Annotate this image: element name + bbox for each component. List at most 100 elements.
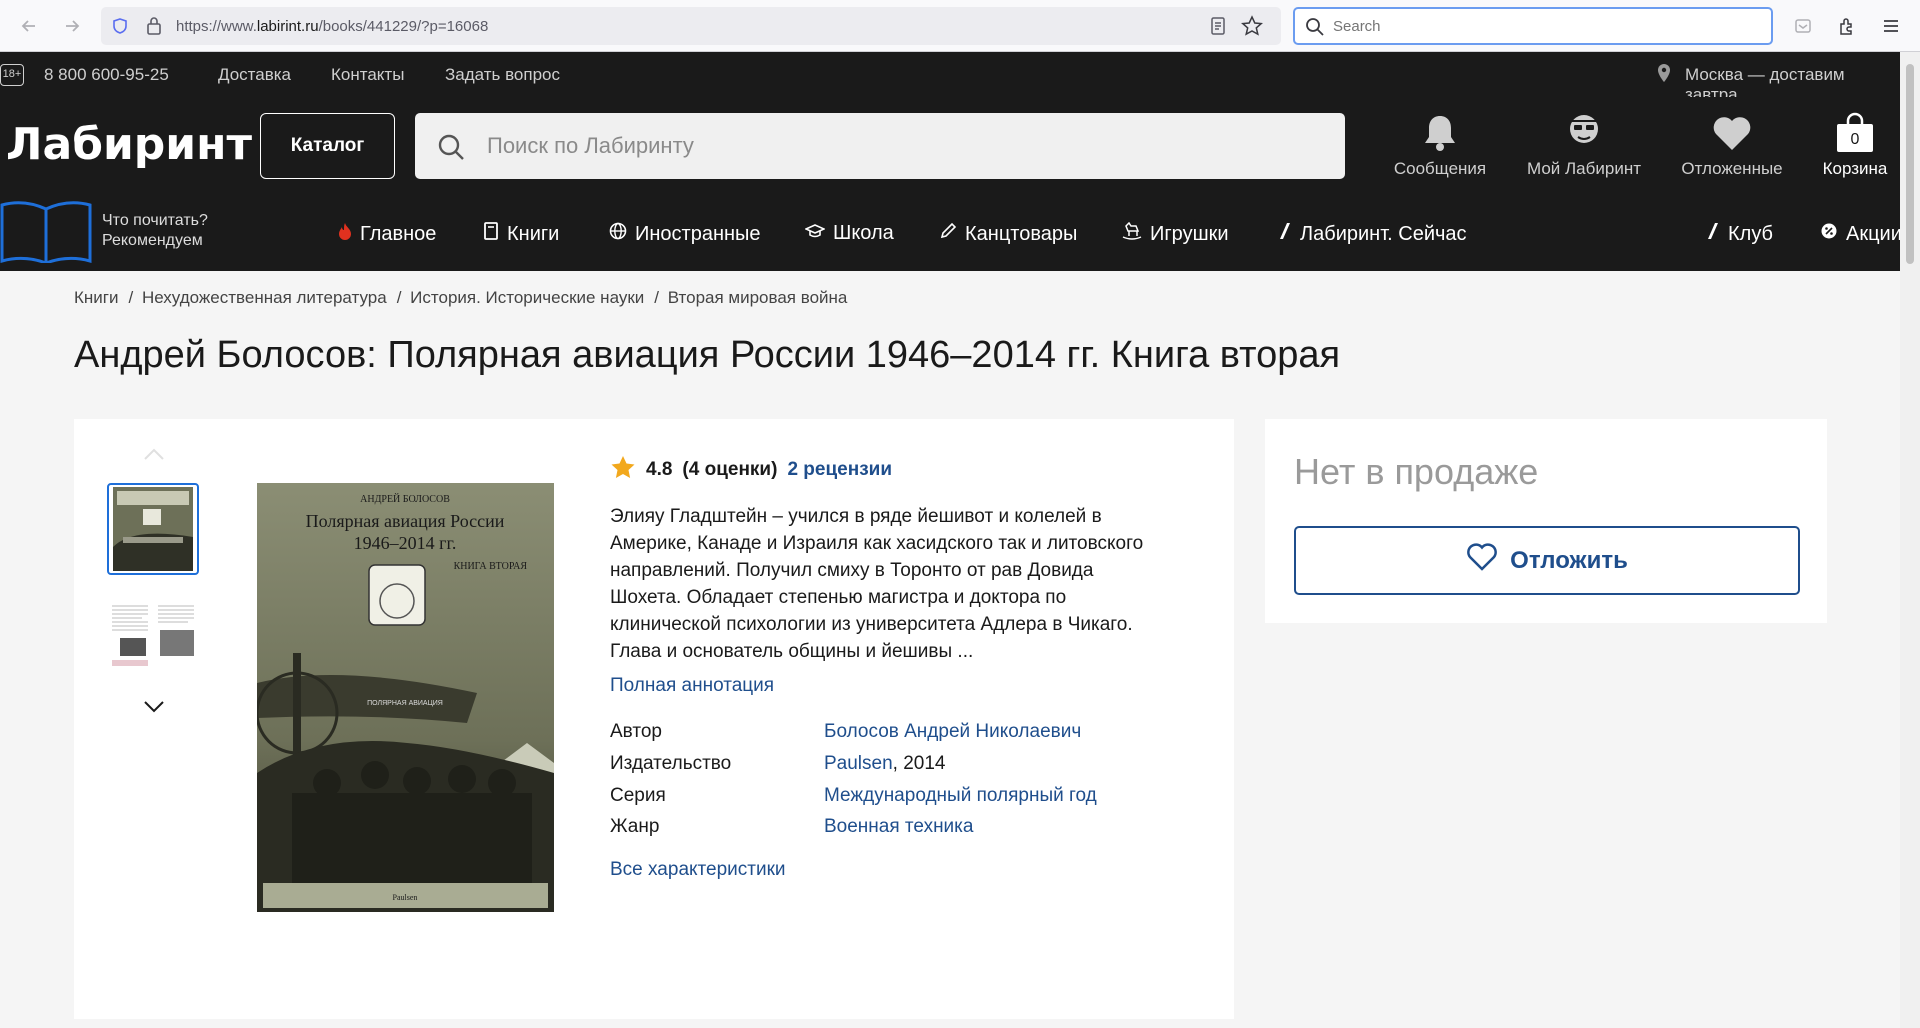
delivery-link[interactable]: Доставка bbox=[218, 65, 291, 85]
attr-genre-name: Жанр bbox=[610, 816, 660, 837]
full-annotation-link[interactable]: Полная аннотация bbox=[610, 675, 1170, 697]
browser-search-input[interactable] bbox=[1333, 18, 1753, 35]
address-bar[interactable]: https://www.labirint.ru/books/441229/?p=… bbox=[101, 7, 1281, 45]
lock-icon[interactable] bbox=[145, 16, 163, 41]
open-book-icon bbox=[0, 199, 92, 269]
attr-series-value[interactable]: Международный полярный год bbox=[824, 785, 1097, 807]
site-search-input[interactable] bbox=[487, 133, 1307, 159]
recommend-promo[interactable]: Что почитать? Рекомендуем bbox=[102, 211, 208, 251]
ask-question-link[interactable]: Задать вопрос bbox=[445, 65, 560, 85]
phone-link[interactable]: 8 800 600-95-25 bbox=[44, 65, 169, 85]
product-info: 4.8 (4 оценки) 2 рецензии Элияу Гладштей… bbox=[610, 455, 1170, 901]
chevron-down-icon[interactable] bbox=[143, 699, 165, 718]
breadcrumb-separator: / bbox=[654, 288, 660, 307]
all-specs-link[interactable]: Все характеристики bbox=[610, 859, 786, 881]
menu-icon[interactable] bbox=[1876, 11, 1906, 41]
nav-stationery[interactable]: Канцтовары bbox=[939, 222, 1077, 246]
nav-school[interactable]: Школа bbox=[804, 222, 894, 245]
forward-icon[interactable] bbox=[57, 11, 87, 41]
attr-publisher-name: Издательство bbox=[610, 753, 732, 774]
attr-author-value[interactable]: Болосов Андрей Николаевич bbox=[824, 721, 1081, 743]
ratings-count: (4 оценки) bbox=[682, 459, 778, 480]
back-icon[interactable] bbox=[14, 11, 44, 41]
attr-series-name: Серия bbox=[610, 785, 666, 806]
nav-club[interactable]: Клуб bbox=[1706, 222, 1773, 246]
nav-main[interactable]: Главное bbox=[338, 222, 436, 246]
nav-books-label: Книги bbox=[507, 222, 560, 245]
nav-toys-label: Игрушки bbox=[1150, 222, 1229, 245]
nav-foreign[interactable]: Иностранные bbox=[609, 222, 761, 246]
main-nav: Что почитать? Рекомендуем Главное Книги … bbox=[0, 195, 1902, 271]
breadcrumb-item[interactable]: Нехудожественная литература bbox=[142, 288, 387, 307]
cover-author: АНДРЕЙ БОЛОСОВ bbox=[360, 493, 450, 505]
profile-icon bbox=[1522, 111, 1646, 155]
bookmark-star-icon[interactable] bbox=[1240, 15, 1264, 42]
cart-count: 0 bbox=[1850, 131, 1860, 148]
thumbnail-spread[interactable] bbox=[107, 589, 199, 681]
breadcrumb-item[interactable]: Книги bbox=[74, 288, 118, 307]
heart-icon bbox=[1679, 111, 1785, 155]
attributes-list: Автор Болосов Андрей Николаевич Издатель… bbox=[610, 721, 1170, 901]
wishlist-add-button[interactable]: Отложить bbox=[1294, 526, 1800, 595]
contacts-link[interactable]: Контакты bbox=[331, 65, 404, 85]
messages-button[interactable]: Сообщения bbox=[1390, 111, 1490, 179]
nav-labirint-now-label: Лабиринт. Сейчас bbox=[1300, 222, 1467, 245]
thumbnail-cover[interactable] bbox=[107, 483, 199, 575]
cover-plane-label: ПОЛЯРНАЯ АВИАЦИЯ bbox=[367, 700, 443, 707]
labirint-logo-icon bbox=[1706, 222, 1720, 246]
attr-publisher-value[interactable]: Paulsen bbox=[824, 753, 893, 774]
site-search-bar[interactable] bbox=[415, 113, 1345, 179]
nav-books[interactable]: Книги bbox=[483, 222, 559, 246]
breadcrumb-separator: / bbox=[128, 288, 134, 307]
labirint-logo-icon bbox=[1278, 222, 1292, 246]
attr-genre-value[interactable]: Военная техника bbox=[824, 816, 973, 838]
page-scrollbar[interactable] bbox=[1900, 52, 1920, 1028]
age-badge: 18+ bbox=[0, 64, 24, 86]
wishlist-add-label: Отложить bbox=[1510, 546, 1628, 574]
pencil-icon bbox=[939, 222, 957, 246]
breadcrumb-item[interactable]: История. Исторические науки bbox=[410, 288, 644, 307]
heart-outline-icon bbox=[1466, 542, 1498, 579]
rocking-horse-icon bbox=[1122, 221, 1142, 246]
nav-club-label: Клуб bbox=[1728, 222, 1773, 245]
shield-icon[interactable] bbox=[111, 17, 129, 40]
cover-thumbnail-image bbox=[113, 487, 193, 571]
reviews-link[interactable]: 2 рецензии bbox=[787, 459, 892, 481]
scrollbar-thumb[interactable] bbox=[1906, 64, 1914, 264]
labirint-logo[interactable]: Лабиринт bbox=[6, 119, 252, 170]
nav-main-label: Главное bbox=[360, 222, 437, 245]
promo-line-2: Рекомендуем bbox=[102, 232, 203, 249]
availability-status: Нет в продаже bbox=[1294, 451, 1539, 492]
search-icon bbox=[1305, 17, 1325, 42]
attr-publisher-year: , 2014 bbox=[892, 753, 946, 774]
reader-view-icon[interactable] bbox=[1209, 16, 1227, 41]
my-labirint-button[interactable]: Мой Лабиринт bbox=[1522, 111, 1646, 179]
rating-row: 4.8 (4 оценки) 2 рецензии bbox=[610, 455, 1170, 485]
globe-icon bbox=[609, 222, 627, 246]
page-title: Андрей Болосов: Полярная авиация России … bbox=[74, 334, 1341, 376]
rating-value: 4.8 bbox=[646, 459, 673, 480]
graduation-cap-icon bbox=[804, 222, 826, 245]
cover-subtitle: КНИГА ВТОРАЯ bbox=[454, 561, 528, 572]
nav-labirint-now[interactable]: Лабиринт. Сейчас bbox=[1278, 222, 1467, 246]
book-icon bbox=[483, 222, 499, 246]
nav-stationery-label: Канцтовары bbox=[965, 222, 1078, 245]
pocket-icon[interactable] bbox=[1788, 11, 1818, 41]
nav-promotions-label: Акции bbox=[1846, 222, 1902, 245]
messages-label: Сообщения bbox=[1393, 159, 1487, 178]
my-labirint-label: Мой Лабиринт bbox=[1527, 159, 1641, 178]
chevron-up-icon[interactable] bbox=[143, 447, 165, 466]
star-icon bbox=[610, 455, 636, 485]
nav-school-label: Школа bbox=[833, 222, 894, 244]
breadcrumb-item[interactable]: Вторая мировая война bbox=[668, 288, 848, 307]
cover-title-1: Полярная авиация России bbox=[306, 511, 505, 531]
cover-publisher: Paulsen bbox=[393, 893, 418, 902]
extensions-icon[interactable] bbox=[1832, 11, 1862, 41]
cart-button[interactable]: 0 Корзина bbox=[1817, 111, 1893, 179]
browser-search-box[interactable] bbox=[1293, 7, 1773, 45]
nav-toys[interactable]: Игрушки bbox=[1122, 221, 1229, 246]
wishlist-button[interactable]: Отложенные bbox=[1679, 111, 1785, 179]
nav-promotions[interactable]: Акции bbox=[1820, 222, 1902, 246]
catalog-button[interactable]: Каталог bbox=[260, 113, 395, 179]
book-cover[interactable]: АНДРЕЙ БОЛОСОВ Полярная авиация России 1… bbox=[255, 483, 554, 912]
